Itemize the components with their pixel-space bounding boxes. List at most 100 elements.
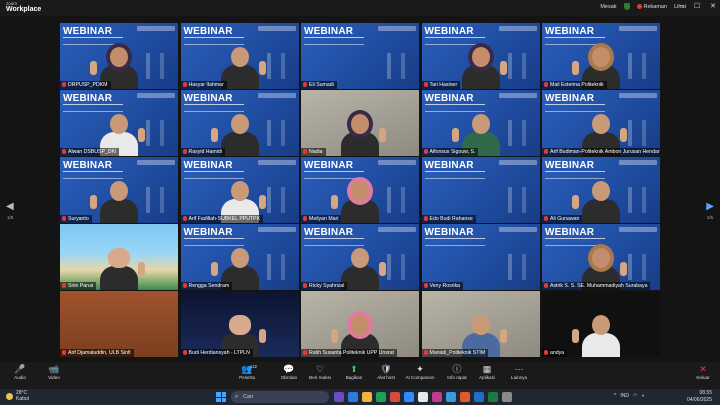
weather-widget[interactable]: 28°C Kabut (6, 390, 30, 402)
minimize-button[interactable]: – (680, 2, 684, 10)
participant-tile[interactable]: WEBINAR Rengga Sendram (180, 223, 299, 290)
mic-off-icon (182, 82, 187, 88)
ai-companion-button[interactable]: ✦ AI Companion (400, 364, 440, 380)
control-label: Peserta (239, 375, 255, 380)
participants-icon: 👥 (241, 364, 253, 374)
participant-tile[interactable]: Ratih Susanta Politeknik UPP Unsrat (301, 290, 419, 357)
settings-icon[interactable] (502, 392, 512, 402)
participant-tile[interactable]: WEBINAR Suryanto (60, 156, 178, 223)
participant-video (461, 43, 500, 89)
office-icon[interactable] (390, 392, 400, 402)
sponsor-logos (257, 159, 296, 165)
recipient-label[interactable]: Mesak (600, 4, 616, 10)
video-grid: WEBINAR DRPUSP_PDKM WEBINAR Hasyar Ilahmar W… (60, 23, 660, 361)
search-icon: ⌕ (235, 394, 239, 400)
more-button[interactable]: ⋯ Lainnya (499, 364, 539, 380)
sponsor-logos (257, 226, 296, 232)
participant-tile[interactable]: Maniati_Politeknik STIM (421, 290, 540, 357)
participant-name: Rasyid Hamidi (188, 148, 222, 155)
participant-tile[interactable]: WEBINAR Veny Rosrika (421, 223, 540, 290)
participant-tile[interactable]: WEBINAR Meilyan Mari (301, 156, 419, 223)
shield-icon[interactable] (623, 3, 630, 10)
participant-tile[interactable]: WEBINAR Tari Hasiner (421, 23, 540, 89)
chevron-right-icon[interactable]: ▶ (706, 201, 714, 212)
participant-tile[interactable]: Sirin Parus (60, 223, 178, 290)
participant-name: Maniati_Politeknik STIM (429, 349, 486, 356)
wifi-icon[interactable]: ◠ (633, 393, 637, 399)
chrome-icon[interactable] (418, 392, 428, 402)
volume-icon[interactable]: ◖ (641, 393, 644, 399)
monument-graphic (138, 52, 174, 79)
zoom-app-icon[interactable] (404, 392, 414, 402)
participant-tile[interactable]: WEBINAR Alwan DSBUSP_DKI (60, 89, 178, 156)
sponsor-logos (378, 226, 416, 232)
windows-start-icon[interactable] (216, 392, 226, 402)
participant-tile[interactable]: WEBINAR Astrik S. S. SE. Muhammadiyah Sur… (542, 223, 660, 290)
system-clock[interactable]: 08.55 04/06/2025 (687, 390, 712, 403)
mic-off-icon (303, 283, 307, 289)
excel-icon[interactable] (488, 392, 498, 402)
raised-hand-gesture (258, 328, 266, 343)
participant-tile[interactable]: WEBINAR Arif Budiman-Politeknik Ambon Jur… (542, 89, 660, 156)
store-icon[interactable] (376, 392, 386, 402)
participant-tile[interactable]: WEBINAR Mail Esterina Politeknik (542, 23, 660, 89)
leave-button[interactable]: ✕ Keluar (683, 364, 720, 380)
clock-date: 04/06/2025 (686, 396, 712, 403)
word-icon[interactable] (474, 392, 484, 402)
participant-name-tag: andya (542, 348, 568, 357)
tray-chevron-icon[interactable]: ^ (614, 393, 616, 399)
task-view-icon[interactable] (334, 392, 344, 402)
recording-indicator[interactable]: Rekaman (636, 4, 667, 10)
participant-tile[interactable]: Arif Djamaluddin, ULB Sinfi (60, 290, 178, 357)
powerpoint-icon[interactable] (460, 392, 470, 402)
participant-name: Arif Budiman-Politeknik Ambon Jurusan He… (550, 148, 660, 155)
participant-tile[interactable]: WEBINAR Alfonsus Sigouw, S. (421, 89, 540, 156)
participant-tile[interactable]: andya (542, 290, 660, 357)
video-button[interactable]: 📹 Video (34, 364, 74, 380)
taskbar-search[interactable]: ⌕ Cari (231, 391, 329, 403)
sponsor-logos (619, 226, 657, 232)
mic-off-icon (423, 149, 428, 155)
edge-icon[interactable] (446, 392, 456, 402)
participant-tile[interactable]: WEBINAR Edo Budi Rahanse (421, 156, 540, 223)
participants-button[interactable]: 👥 122 Peserta (227, 364, 267, 380)
chevron-left-icon[interactable]: ◀ (6, 201, 14, 212)
webinar-title: WEBINAR (63, 26, 113, 37)
mic-off-icon (182, 149, 187, 155)
participant-video (582, 177, 620, 223)
participant-tile[interactable]: WEBINAR Ricky Syahrizal (301, 223, 419, 290)
participant-name-tag: Rengga Sendram (180, 281, 233, 290)
mic-off-icon (544, 149, 548, 155)
participant-tile[interactable]: WEBINAR Hasyar Ilahmar (180, 23, 299, 89)
raised-hand-gesture (138, 127, 145, 142)
participant-tile[interactable]: WEBINAR Rasyid Hamidi (180, 89, 299, 156)
monument-graphic (499, 119, 536, 146)
participant-name-tag: Alwan DSBUSP_DKI (60, 147, 120, 156)
webinar-subtitle-lines (424, 170, 485, 179)
sponsor-logos (137, 92, 175, 98)
weather-desc: Kabut (16, 395, 30, 402)
participant-tile[interactable]: Nadia (301, 89, 419, 156)
sponsor-logos (619, 159, 657, 165)
participant-tile[interactable]: WEBINAR Ali Gunawan (542, 156, 660, 223)
search-placeholder: Cari (243, 394, 254, 400)
participant-tile[interactable]: WEBINAR DRPUSP_PDKM (60, 23, 178, 89)
participant-tile[interactable]: WEBINAR Eli Sumadi (301, 23, 419, 89)
participant-tile[interactable]: Budi Herdiansyah - LTPLN (180, 290, 299, 357)
participant-name: Rengga Sendram (188, 282, 230, 289)
browser-icon[interactable] (348, 392, 358, 402)
tray-lang[interactable]: IND (620, 393, 629, 399)
control-label: Bagikan (345, 375, 363, 380)
maximize-button[interactable]: ☐ (694, 2, 700, 10)
control-label: AI Companion (405, 375, 435, 380)
participant-tile[interactable]: WEBINAR Arif Fadillah-SUBKEL PPUTPK (180, 156, 299, 223)
participant-name: Hasyar Ilahmar (188, 81, 224, 88)
system-tray: ^ IND ◠ ◖ (614, 393, 644, 399)
raised-hand-gesture (572, 194, 579, 209)
close-window-button[interactable]: ✕ (710, 2, 716, 10)
app-icon[interactable] (432, 392, 442, 402)
file-explorer-icon[interactable] (362, 392, 372, 402)
participant-name-tag: Ali Gunawan (542, 214, 583, 223)
participant-name-tag: Tari Hasiner (421, 80, 461, 89)
control-label: Aplikasi (479, 375, 495, 380)
